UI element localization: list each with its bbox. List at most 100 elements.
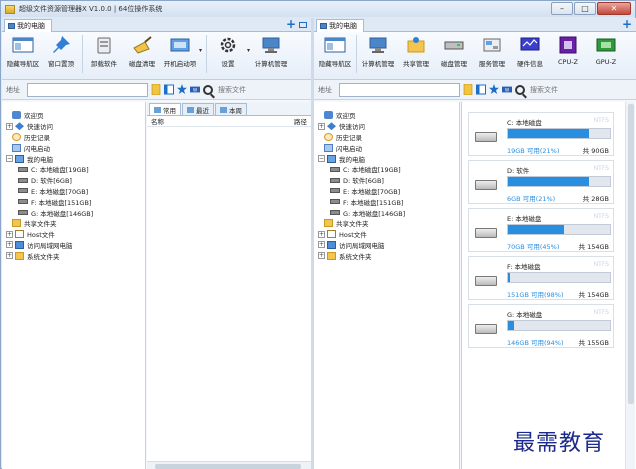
tree-item[interactable]: G: 本地磁盘[146GB] <box>2 207 145 218</box>
expand-toggle-icon[interactable]: + <box>6 122 13 130</box>
bookmark-icon[interactable] <box>151 84 161 95</box>
tab-my-computer-left[interactable]: 我的电脑 <box>4 19 52 32</box>
tree-item[interactable]: D: 软件[6GB] <box>314 175 459 186</box>
tree-item[interactable]: + 访问局域网电脑 <box>2 240 145 251</box>
tree-item[interactable]: + 快速访问 <box>314 121 459 132</box>
maximize-button[interactable]: □ <box>574 2 596 15</box>
panel-icon[interactable] <box>476 84 486 95</box>
tree-item[interactable]: G: 本地磁盘[146GB] <box>314 207 459 218</box>
expand-toggle-icon[interactable]: + <box>318 122 325 130</box>
toolbar-button[interactable]: CPU-Z <box>549 35 587 75</box>
toolbar-button[interactable]: 服务管理 <box>473 35 511 75</box>
tree-item[interactable]: 闪电启动 <box>314 142 459 153</box>
tree-item[interactable]: + 系统文件夹 <box>314 250 459 261</box>
tree-item[interactable]: 欢迎页 <box>314 110 459 121</box>
tab-my-computer-right[interactable]: 我的电脑 <box>316 19 364 32</box>
toolbar-button[interactable]: 磁盘管理 <box>435 35 473 75</box>
drive-card[interactable]: F: 本地磁盘 NTFS 151GB 可用(98%) 共 154GB <box>468 256 614 300</box>
column-name[interactable]: 名称 <box>151 116 164 126</box>
tree-item[interactable]: + Host文件 <box>2 229 145 240</box>
add-tab-icon[interactable]: + <box>286 18 296 30</box>
toolbar-button[interactable]: GPU-Z <box>587 35 625 75</box>
tree-item[interactable]: 历史记录 <box>314 132 459 143</box>
expand-toggle-icon[interactable]: + <box>318 252 325 260</box>
drive-card[interactable]: G: 本地磁盘 NTFS 146GB 可用(94%) 共 155GB <box>468 304 614 348</box>
star-icon[interactable] <box>489 84 499 95</box>
search-input[interactable] <box>528 82 588 97</box>
tree-item[interactable]: + 快速访问 <box>2 121 145 132</box>
minimize-button[interactable]: – <box>551 2 573 15</box>
address-input[interactable] <box>339 82 460 97</box>
svg-text:W: W <box>193 88 197 93</box>
toolbar-button[interactable]: 磁盘清理 <box>123 35 161 75</box>
tree-item[interactable]: F: 本地磁盘[151GB] <box>2 196 145 207</box>
drive-usage-bar <box>507 320 611 331</box>
expand-toggle-icon[interactable]: + <box>318 241 325 249</box>
tree-item[interactable]: E: 本地磁盘[70GB] <box>2 186 145 197</box>
expand-toggle-icon[interactable]: + <box>6 241 13 249</box>
tree-item[interactable]: − 我的电脑 <box>314 153 459 164</box>
toolbar-button-label: 窗口置顶 <box>48 60 74 68</box>
drive-card[interactable]: C: 本地磁盘 NTFS 19GB 可用(21%) 共 90GB <box>468 112 614 156</box>
close-button[interactable]: ✕ <box>597 2 631 15</box>
expand-toggle-icon[interactable]: − <box>6 155 13 163</box>
right-toolbar: 隐藏导航区 计算机管理 共享管理 磁盘管理 服务管理 硬件信息 CPU-Z GPU-Z <box>314 32 636 80</box>
bookmark-icon[interactable] <box>463 84 473 95</box>
drive-card[interactable]: E: 本地磁盘 NTFS 70GB 可用(45%) 共 154GB <box>468 208 614 252</box>
toolbar-button[interactable]: 开机启动项 <box>161 35 199 75</box>
tree-item-label: 历史记录 <box>24 133 50 142</box>
tree-item[interactable]: + 访问局域网电脑 <box>314 240 459 251</box>
tree-item[interactable]: + Host文件 <box>314 229 459 240</box>
drive-free-space: 19GB 可用(21%) <box>507 147 560 155</box>
drive-card[interactable]: D: 软件 NTFS 6GB 可用(21%) 共 28GB <box>468 160 614 204</box>
expand-toggle-icon[interactable]: + <box>6 252 13 260</box>
dropdown-arrow-icon[interactable]: ▾ <box>199 47 202 54</box>
star-icon[interactable] <box>177 84 187 95</box>
tree-item[interactable]: C: 本地磁盘[19GB] <box>314 164 459 175</box>
toolbar-button[interactable]: 计算机管理 <box>252 35 290 75</box>
tree-item[interactable]: F: 本地磁盘[151GB] <box>314 196 459 207</box>
tree-item[interactable]: 历史记录 <box>2 132 145 143</box>
list-tab[interactable]: 最近 <box>182 103 214 115</box>
expand-toggle-icon[interactable]: + <box>6 230 13 238</box>
search-input[interactable] <box>216 82 276 97</box>
add-tab-icon[interactable]: + <box>622 18 632 30</box>
toolbar-button[interactable]: 硬件信息 <box>511 35 549 75</box>
horizontal-scrollbar[interactable] <box>147 461 311 469</box>
tree-item[interactable]: 欢迎页 <box>2 110 145 121</box>
drive-filesystem: NTFS <box>593 117 609 124</box>
list-tab[interactable]: 常用 <box>149 103 181 115</box>
word-icon[interactable]: W <box>502 84 512 95</box>
window-toggle-icon[interactable] <box>299 22 307 28</box>
expand-toggle-icon[interactable]: + <box>318 230 325 238</box>
tree-item[interactable]: D: 软件[6GB] <box>2 175 145 186</box>
tree-item[interactable]: + 系统文件夹 <box>2 250 145 261</box>
tree-item[interactable]: E: 本地磁盘[70GB] <box>314 186 459 197</box>
toolbar-button[interactable]: 设置 <box>209 35 247 75</box>
tree-item[interactable]: 共享文件夹 <box>314 218 459 229</box>
tree-item[interactable]: 闪电启动 <box>2 142 145 153</box>
tree-item-label: D: 软件[6GB] <box>31 177 72 186</box>
toolbar-button[interactable]: 卸载软件 <box>85 35 123 75</box>
gpuz-icon <box>594 35 618 55</box>
search-icon[interactable] <box>515 84 525 95</box>
toolbar-button[interactable]: 共享管理 <box>397 35 435 75</box>
panel-icon[interactable] <box>164 84 174 95</box>
column-path[interactable]: 路径 <box>294 116 307 126</box>
toolbar-button[interactable]: 隐藏导航区 <box>4 35 42 75</box>
search-icon[interactable] <box>203 84 213 95</box>
toolbar-button-label: GPU-Z <box>595 58 617 66</box>
vertical-scrollbar[interactable] <box>625 102 635 469</box>
tree-item[interactable]: 共享文件夹 <box>2 218 145 229</box>
toolbar-button[interactable]: 隐藏导航区 <box>316 35 354 75</box>
toolbar-button[interactable]: 窗口置顶 <box>42 35 80 75</box>
list-tab[interactable]: 本周 <box>215 103 247 115</box>
tree-item[interactable]: C: 本地磁盘[19GB] <box>2 164 145 175</box>
toolbar-button[interactable]: 计算机管理 <box>359 35 397 75</box>
dropdown-arrow-icon[interactable]: ▾ <box>247 47 250 54</box>
drive-icon <box>18 166 28 172</box>
address-input[interactable] <box>27 82 148 97</box>
expand-toggle-icon[interactable]: − <box>318 155 325 163</box>
word-icon[interactable]: W <box>190 84 200 95</box>
tree-item[interactable]: − 我的电脑 <box>2 153 145 164</box>
